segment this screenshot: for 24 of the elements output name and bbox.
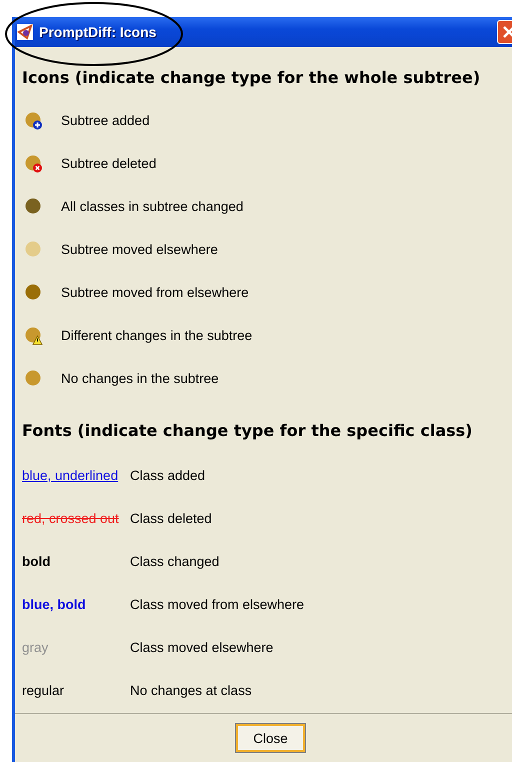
legend-label: Class moved from elsewhere xyxy=(130,597,304,612)
legend-label: Class deleted xyxy=(130,511,212,526)
section-heading: Fonts (indicate change type for the specific class) xyxy=(22,421,474,440)
legend-label: Subtree deleted xyxy=(61,156,156,171)
legend-label: No changes at class xyxy=(130,683,252,698)
font-sample: blue, underlined xyxy=(22,468,120,483)
font-sample: bold xyxy=(22,554,52,569)
section-heading: Icons (indicate change type for the whole subtree) xyxy=(22,68,482,87)
close-button[interactable]: Close xyxy=(236,724,305,752)
legend-label: Class moved elsewhere xyxy=(130,640,274,655)
legend-label: Different changes in the subtree xyxy=(61,328,252,343)
legend-label: Subtree moved from elsewhere xyxy=(61,285,249,300)
legend-label: Class added xyxy=(130,468,206,483)
font-sample: red, crossed out xyxy=(22,511,120,526)
window-title: PromptDiff: Icons xyxy=(39,24,156,40)
font-sample: gray xyxy=(22,640,50,655)
legend-label: All classes in subtree changed xyxy=(61,199,244,214)
legend-label: Class changed xyxy=(130,554,220,569)
font-sample: blue, bold xyxy=(22,597,87,612)
legend-label: Subtree moved elsewhere xyxy=(61,242,218,257)
legend-label: No changes in the subtree xyxy=(61,371,219,386)
app-icon xyxy=(17,24,33,40)
font-sample: regular xyxy=(22,683,66,698)
legend-label: Subtree added xyxy=(61,113,150,128)
